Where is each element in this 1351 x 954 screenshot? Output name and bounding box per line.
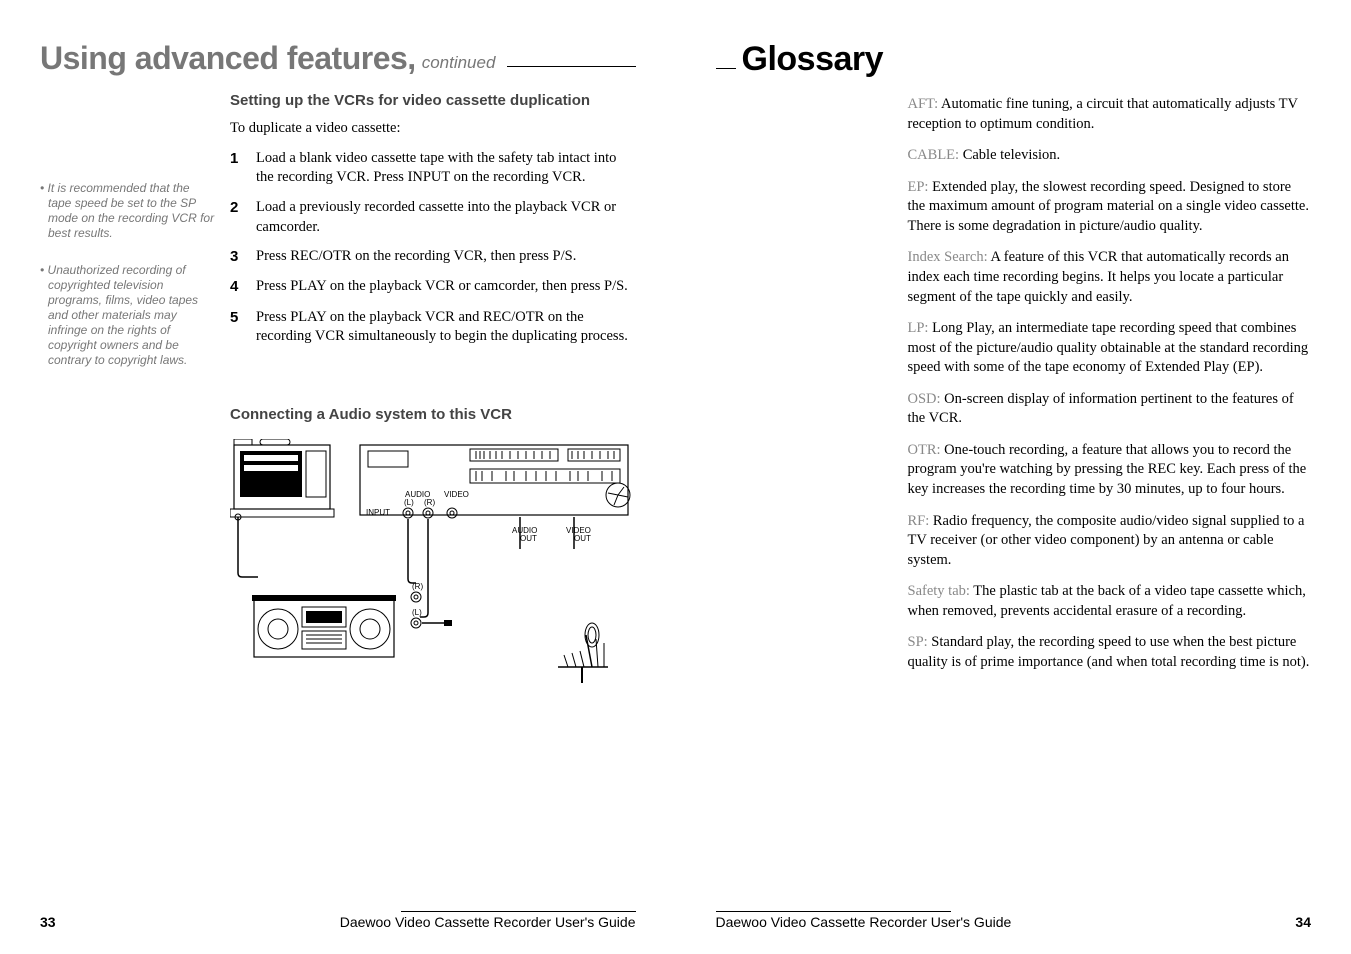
footer-text: Daewoo Video Cassette Recorder User's Gu… — [340, 914, 636, 930]
list-item: 3 Press REC/OTR on the recording VCR, the… — [230, 247, 636, 267]
diagram-label-input: INPUT — [366, 508, 390, 517]
step-number: 4 — [230, 277, 244, 297]
step-text: Press PLAY on the playback VCR and REC/O… — [256, 308, 636, 347]
glossary-body: AFT: Automatic fine tuning, a circuit th… — [908, 95, 1312, 673]
step-number: 1 — [230, 149, 244, 188]
glossary-entry: CABLE: Cable television. — [908, 146, 1312, 166]
title-rule — [716, 68, 736, 69]
glossary-def: Radio frequency, the composite audio/vid… — [908, 513, 1305, 568]
list-item: 2 Load a previously recorded cassette int… — [230, 198, 636, 237]
glossary-term: Safety tab: — [908, 583, 970, 599]
glossary-entry: OSD: On-screen display of information pe… — [908, 390, 1312, 429]
diagram-label-l: (L) — [412, 608, 422, 617]
page-left: Using advanced features, continued • It … — [0, 0, 676, 954]
diagram-label-r: (R) — [424, 498, 435, 507]
step-text: Load a previously recorded cassette into… — [256, 198, 636, 237]
page-title-main: Using advanced features, — [40, 40, 416, 77]
footer-text: Daewoo Video Cassette Recorder User's Gu… — [716, 914, 1012, 930]
glossary-term: RF: — [908, 513, 930, 529]
footer: 33 Daewoo Video Cassette Recorder User's… — [40, 914, 636, 930]
glossary-title-row: Glossary — [716, 40, 1312, 79]
glossary-term: AFT: — [908, 96, 939, 112]
title-row: Using advanced features, continued — [40, 40, 636, 77]
step-text: Load a blank video cassette tape with th… — [256, 149, 636, 188]
glossary-term: CABLE: — [908, 147, 960, 163]
step-text: Press REC/OTR on the recording VCR, then… — [256, 247, 636, 267]
list-item: 5 Press PLAY on the playback VCR and REC/… — [230, 308, 636, 347]
antenna-icon — [558, 623, 608, 683]
main-column: Setting up the VCRs for video cassette d… — [230, 91, 636, 699]
glossary-entry: AFT: Automatic fine tuning, a circuit th… — [908, 95, 1312, 134]
glossary-entry: Safety tab: The plastic tab at the back … — [908, 582, 1312, 621]
content-wrap: • It is recommended that the tape speed … — [40, 91, 636, 699]
diagram-label-r: (R) — [412, 582, 423, 591]
glossary-entry: LP: Long Play, an intermediate tape reco… — [908, 319, 1312, 378]
step-number: 2 — [230, 198, 244, 237]
side-note: • Unauthorized recording of copyrighted … — [40, 263, 216, 368]
glossary-entry: RF: Radio frequency, the composite audio… — [908, 512, 1312, 571]
step-number: 5 — [230, 308, 244, 347]
glossary-entry: OTR: One-touch recording, a feature that… — [908, 441, 1312, 500]
page-number: 33 — [40, 914, 56, 930]
page-title-sub: continued — [422, 53, 496, 77]
glossary-entry: SP: Standard play, the recording speed t… — [908, 633, 1312, 672]
title-rule — [507, 66, 635, 67]
glossary-def: Extended play, the slowest recording spe… — [908, 179, 1309, 234]
glossary-term: SP: — [908, 634, 928, 650]
vcr-icon: AUDIO VIDEO INPUT (L) (R) — [360, 445, 630, 518]
diagram-label-video: VIDEO — [444, 490, 469, 499]
page-title: Glossary — [742, 40, 884, 79]
glossary-def: Cable television. — [959, 147, 1060, 163]
section-heading: Setting up the VCRs for video cassette d… — [230, 91, 636, 111]
glossary-def: One-touch recording, a feature that allo… — [908, 442, 1307, 497]
audio-system-icon — [252, 595, 396, 657]
glossary-term: EP: — [908, 179, 929, 195]
glossary-term: LP: — [908, 320, 929, 336]
glossary-entry: Index Search: A feature of this VCR that… — [908, 248, 1312, 307]
glossary-term: OSD: — [908, 391, 941, 407]
glossary-term: OTR: — [908, 442, 941, 458]
diagram-label-out: OUT — [574, 534, 591, 543]
glossary-def: Standard play, the recording speed to us… — [908, 634, 1310, 670]
diagram-label-out: OUT — [520, 534, 537, 543]
footer-rule — [40, 911, 636, 912]
glossary-term: Index Search: — [908, 249, 988, 265]
footer: Daewoo Video Cassette Recorder User's Gu… — [716, 914, 1312, 930]
glossary-def: On-screen display of information pertine… — [908, 391, 1294, 427]
step-number: 3 — [230, 247, 244, 267]
section-heading: Connecting a Audio system to this VCR — [230, 405, 636, 425]
side-notes: • It is recommended that the tape speed … — [40, 91, 216, 699]
list-item: 1 Load a blank video cassette tape with t… — [230, 149, 636, 188]
steps-list: 1 Load a blank video cassette tape with t… — [230, 149, 636, 347]
tv-icon — [230, 439, 334, 517]
diagram-label-l: (L) — [404, 498, 414, 507]
intro-text: To duplicate a video cassette: — [230, 119, 636, 139]
glossary-entry: EP: Extended play, the slowest recording… — [908, 178, 1312, 237]
side-note: • It is recommended that the tape speed … — [40, 181, 216, 241]
glossary-def: Automatic fine tuning, a circuit that au… — [908, 96, 1298, 132]
page-right: Glossary AFT: Automatic fine tuning, a c… — [676, 0, 1351, 954]
step-text: Press PLAY on the playback VCR or camcor… — [256, 277, 636, 297]
page-number: 34 — [1295, 914, 1311, 930]
list-item: 4 Press PLAY on the playback VCR or camco… — [230, 277, 636, 297]
footer-rule — [716, 911, 1312, 912]
glossary-def: Long Play, an intermediate tape recordin… — [908, 320, 1309, 375]
connection-diagram: AUDIO VIDEO INPUT (L) (R) AUDIO OUT VIDE… — [230, 439, 632, 699]
